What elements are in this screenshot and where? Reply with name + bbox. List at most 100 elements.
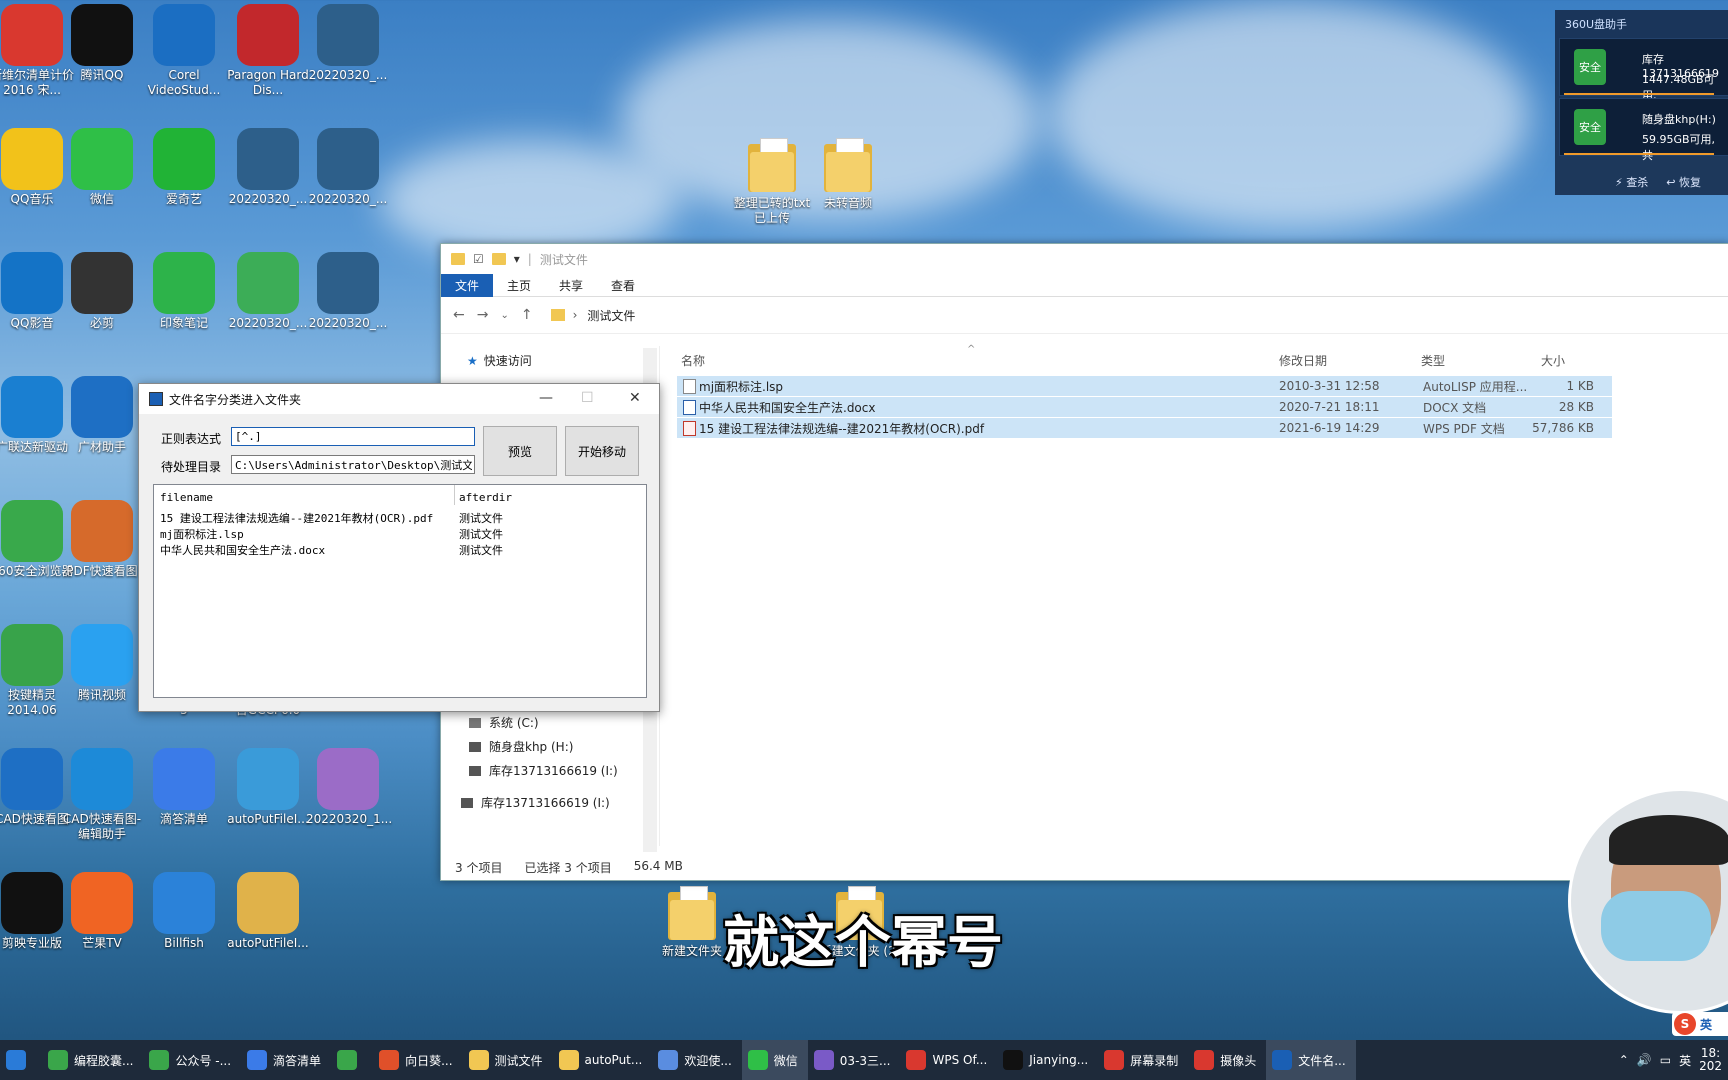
close-icon[interactable]: ✕: [629, 390, 641, 406]
taskbar-app[interactable]: 屏幕录制: [1098, 1040, 1188, 1080]
taskbar-app[interactable]: 摄像头: [1188, 1040, 1266, 1080]
nav-quick-access[interactable]: ★ 快速访问: [467, 352, 532, 369]
regex-input[interactable]: [231, 427, 475, 446]
nav-drive-h[interactable]: 随身盘khp (H:): [469, 738, 573, 755]
desktop-icon[interactable]: autoPutFileI...: [226, 872, 310, 951]
quick-access-dropdown-icon[interactable]: ▾: [514, 252, 520, 266]
taskbar-app[interactable]: 文件名...: [1266, 1040, 1356, 1080]
desktop-icon[interactable]: 腾讯视频: [60, 624, 144, 703]
tab-file[interactable]: 文件: [441, 273, 494, 297]
taskbar-app[interactable]: 编程胶囊...: [42, 1040, 143, 1080]
desktop-icon[interactable]: 芒果TV: [60, 872, 144, 951]
desktop-icon[interactable]: PDF快速看图: [60, 500, 144, 579]
chevron-up-icon[interactable]: ⌃: [1619, 1053, 1629, 1067]
desktop-icon[interactable]: 微信: [60, 128, 144, 207]
network-icon[interactable]: ▭: [1660, 1053, 1671, 1067]
nav-drive-i-root[interactable]: 库存13713166619 (I:): [461, 794, 610, 811]
file-row[interactable]: mj面积标注.lsp 2010-3-31 12:58 AutoLISP 应用程.…: [677, 376, 1612, 396]
file-row[interactable]: 15 建设工程法律法规选编--建2021年教材(OCR).pdf 2021-6-…: [677, 418, 1612, 438]
col-name[interactable]: 名称: [681, 352, 705, 369]
nav-drive-i[interactable]: 库存13713166619 (I:): [469, 762, 618, 779]
up-arrow-icon[interactable]: ↑: [521, 307, 533, 323]
app-icon: [153, 748, 215, 810]
desktop-icon[interactable]: 20220320_...: [306, 252, 390, 331]
chevron-right-icon: ›: [572, 308, 578, 322]
properties-icon[interactable]: ☑: [473, 252, 484, 266]
start-button[interactable]: [0, 1040, 42, 1080]
app-icon: [149, 392, 163, 406]
drive-card[interactable]: 安全 随身盘khp(H:) 59.95GB可用, 共: [1559, 98, 1728, 162]
desktop-icon[interactable]: 20220320_1...: [306, 748, 392, 827]
grid-header-filename[interactable]: filename: [160, 491, 213, 504]
col-size[interactable]: 大小: [1541, 352, 1565, 369]
app-icon: [71, 624, 133, 686]
nav-label: 随身盘khp (H:): [489, 740, 574, 754]
language-indicator[interactable]: 英: [1679, 1052, 1691, 1069]
directory-input[interactable]: [231, 455, 475, 474]
maximize-icon[interactable]: ☐: [581, 390, 594, 406]
app-icon: [71, 872, 133, 934]
taskbar-app[interactable]: 测试文件: [463, 1040, 553, 1080]
col-date[interactable]: 修改日期: [1279, 352, 1327, 369]
tab-view[interactable]: 查看: [597, 274, 649, 297]
nav-drive-c[interactable]: 系统 (C:): [469, 714, 539, 731]
result-grid[interactable]: filename afterdir 15 建设工程法律法规选编--建2021年教…: [153, 484, 647, 698]
desktop-folder[interactable]: 未转音频: [806, 136, 890, 211]
taskbar-app[interactable]: 微信: [741, 1040, 808, 1080]
taskbar-app[interactable]: 03-3三...: [808, 1040, 901, 1080]
app-icon: [1, 748, 63, 810]
volume-icon[interactable]: 🔊: [1637, 1053, 1652, 1067]
desktop-icon[interactable]: 广材助手: [60, 376, 144, 455]
tab-share[interactable]: 共享: [545, 274, 597, 297]
path-segment[interactable]: 测试文件: [587, 307, 635, 324]
desktop-icon[interactable]: Corel VideoStud...: [142, 4, 226, 98]
desktop-icon-label: 20220320_...: [228, 192, 308, 206]
minimize-icon[interactable]: —: [539, 390, 553, 406]
scan-button[interactable]: ⚡ 查杀: [1615, 174, 1648, 190]
drive-card[interactable]: 安全 库存13713166619 1447.48GB可用,: [1559, 38, 1728, 102]
file-row[interactable]: 中华人民共和国安全生产法.docx 2020-7-21 18:11 DOCX 文…: [677, 397, 1612, 417]
taskbar-app[interactable]: [331, 1040, 373, 1080]
desktop-icon-label: CAD快速看图-编辑助手: [62, 812, 142, 841]
restore-button[interactable]: ↩ 恢复: [1666, 174, 1701, 190]
ime-indicator[interactable]: S 英: [1672, 1012, 1728, 1036]
desktop-folder[interactable]: 新建文件夹: [650, 884, 734, 959]
back-arrow-icon[interactable]: ←: [453, 307, 465, 323]
desktop-folder[interactable]: 整理已转的txt已上传: [730, 136, 814, 226]
start-move-button[interactable]: 开始移动: [565, 426, 639, 476]
app-icon: [237, 4, 299, 66]
clock[interactable]: 18: 202: [1699, 1047, 1722, 1073]
desktop-icon[interactable]: Billfish: [142, 872, 226, 951]
recent-dropdown-icon[interactable]: ⌄: [500, 310, 508, 321]
grid-header-afterdir[interactable]: afterdir: [459, 491, 512, 504]
taskbar-app[interactable]: WPS Of...: [900, 1040, 997, 1080]
desktop-icon[interactable]: 腾讯QQ: [60, 4, 144, 83]
desktop-icon[interactable]: 滴答清单: [142, 748, 226, 827]
taskbar-app[interactable]: 欢迎使...: [652, 1040, 741, 1080]
taskbar-app[interactable]: 向日葵...: [373, 1040, 462, 1080]
new-folder-icon[interactable]: [491, 253, 506, 265]
desktop-icon[interactable]: 印象笔记: [142, 252, 226, 331]
desktop-icon[interactable]: CAD快速看图-编辑助手: [60, 748, 144, 842]
desktop-icon[interactable]: 爱奇艺: [142, 128, 226, 207]
taskbar-app[interactable]: 公众号 -...: [143, 1040, 241, 1080]
desktop-icon[interactable]: 20220320_...: [306, 128, 390, 207]
app-icon: [813, 1050, 834, 1070]
preview-button[interactable]: 预览: [483, 426, 557, 476]
desktop-icon[interactable]: 20220320_...: [306, 4, 390, 83]
desktop-icon[interactable]: Paragon Hard Dis...: [226, 4, 310, 98]
taskbar-app[interactable]: autoPut...: [553, 1040, 653, 1080]
tab-home[interactable]: 主页: [493, 274, 545, 297]
ribbon-tabs: 文件 主页 共享 查看: [441, 273, 1728, 297]
col-type[interactable]: 类型: [1421, 352, 1445, 369]
app-icon: [237, 252, 299, 314]
forward-arrow-icon[interactable]: →: [477, 307, 489, 323]
taskbar-app[interactable]: 滴答清单: [241, 1040, 331, 1080]
desktop-icon[interactable]: 20220320_...: [226, 128, 310, 207]
address-path[interactable]: › 测试文件: [550, 307, 635, 324]
desktop-icon[interactable]: 20220320_...: [226, 252, 310, 331]
desktop-icon[interactable]: 必剪: [60, 252, 144, 331]
taskbar-app[interactable]: Jianying...: [997, 1040, 1098, 1080]
usb-helper-title: 360U盘助手: [1565, 18, 1628, 31]
desktop-icon[interactable]: autoPutFileI...: [226, 748, 310, 827]
